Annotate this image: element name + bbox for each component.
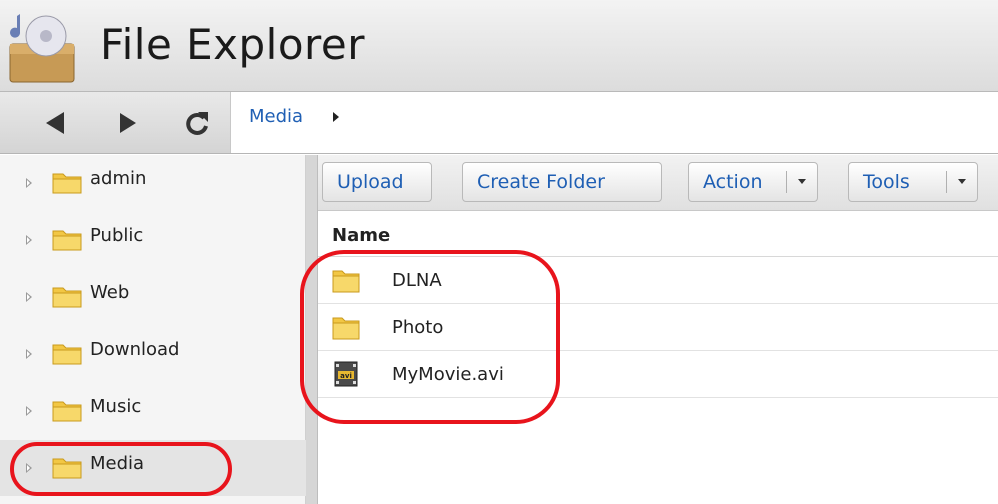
- folder-icon: [52, 230, 82, 251]
- divider: [946, 171, 947, 193]
- folder-tree: admin Public Web Download Music Media: [0, 155, 306, 504]
- tree-item-label: Web: [90, 282, 130, 303]
- file-explorer-app-icon: [9, 14, 75, 83]
- file-list-header: Name: [318, 211, 998, 257]
- tree-item-media[interactable]: Media: [0, 440, 306, 496]
- folder-icon: [52, 344, 82, 365]
- upload-button[interactable]: Upload: [322, 162, 432, 202]
- file-list: Name DLNA Photo avi MyMovie.avi: [318, 211, 998, 504]
- tree-item-label: Public: [90, 225, 144, 246]
- refresh-icon[interactable]: [182, 108, 212, 138]
- folder-icon: [52, 458, 82, 479]
- folder-icon: [332, 317, 360, 340]
- breadcrumb-item-media[interactable]: Media: [249, 106, 303, 127]
- back-arrow-icon[interactable]: [40, 108, 70, 138]
- toolbar: Upload Create Folder Action Tools: [318, 155, 998, 211]
- breadcrumb: Media: [230, 92, 998, 153]
- file-row-photo[interactable]: Photo: [318, 304, 998, 351]
- forward-arrow-icon[interactable]: [112, 108, 142, 138]
- file-name: DLNA: [392, 270, 442, 291]
- create-folder-button[interactable]: Create Folder: [462, 162, 662, 202]
- expand-arrow-icon[interactable]: [26, 463, 32, 473]
- tree-item-label: Music: [90, 396, 142, 417]
- chevron-down-icon[interactable]: [798, 179, 806, 184]
- svg-text:avi: avi: [340, 372, 352, 380]
- app-title: File Explorer: [100, 20, 366, 69]
- file-name: Photo: [392, 317, 444, 338]
- expand-arrow-icon[interactable]: [26, 349, 32, 359]
- divider: [786, 171, 787, 193]
- tree-item-label: Download: [90, 339, 180, 360]
- folder-icon: [52, 401, 82, 422]
- folder-icon: [332, 270, 360, 293]
- sidebar-splitter[interactable]: [306, 155, 318, 504]
- action-dropdown-button[interactable]: Action: [688, 162, 818, 202]
- tree-item-label: admin: [90, 168, 147, 189]
- folder-icon: [52, 173, 82, 194]
- avi-video-file-icon: avi: [334, 361, 358, 387]
- tree-item-web[interactable]: Web: [0, 269, 306, 325]
- expand-arrow-icon[interactable]: [26, 235, 32, 245]
- file-row-dlna[interactable]: DLNA: [318, 257, 998, 304]
- expand-arrow-icon[interactable]: [26, 292, 32, 302]
- tools-dropdown-button[interactable]: Tools: [848, 162, 978, 202]
- tree-item-public[interactable]: Public: [0, 212, 306, 268]
- expand-arrow-icon[interactable]: [26, 178, 32, 188]
- tree-item-music[interactable]: Music: [0, 383, 306, 439]
- breadcrumb-arrow-icon[interactable]: [333, 112, 339, 122]
- expand-arrow-icon[interactable]: [26, 406, 32, 416]
- folder-icon: [52, 287, 82, 308]
- title-bar: File Explorer: [0, 0, 998, 92]
- tree-item-admin[interactable]: admin: [0, 155, 306, 211]
- chevron-down-icon[interactable]: [958, 179, 966, 184]
- tree-item-download[interactable]: Download: [0, 326, 306, 382]
- tree-item-label: Media: [90, 453, 145, 474]
- column-header-name[interactable]: Name: [332, 225, 390, 246]
- action-label: Action: [703, 171, 763, 193]
- file-row-mymovie[interactable]: avi MyMovie.avi: [318, 351, 998, 398]
- navigation-bar: Media: [0, 92, 998, 154]
- tools-label: Tools: [863, 171, 910, 193]
- file-name: MyMovie.avi: [392, 364, 504, 385]
